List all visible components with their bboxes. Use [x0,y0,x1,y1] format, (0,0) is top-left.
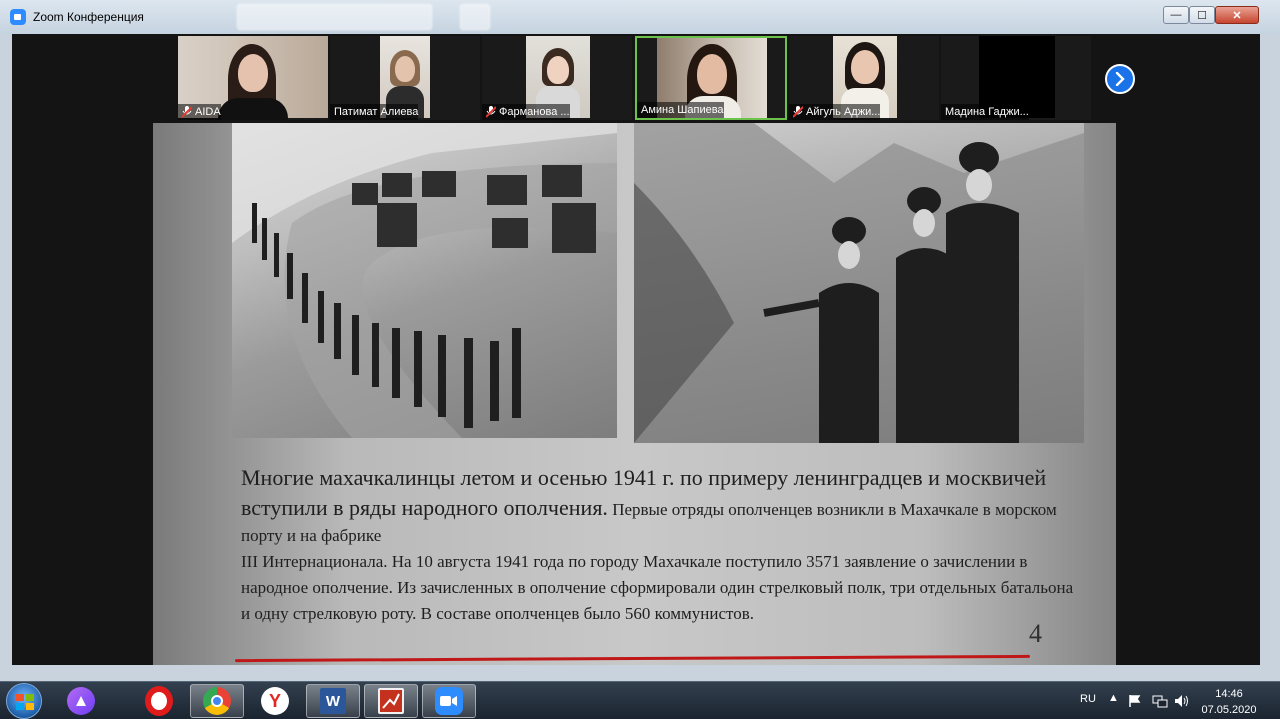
alice-app-button[interactable] [54,684,108,718]
windows-logo-icon [16,694,34,710]
opera-app-button[interactable] [132,684,186,718]
participant-name-bar: Амина Шапиева [637,102,724,118]
shared-screen-slide: Многие махачкалинцы летом и осенью 1941 … [153,123,1116,665]
participant-name: Амина Шапиева [641,104,724,116]
clock-time: 14:46 [1215,688,1243,700]
participant-name-bar: Патимат Алиева [330,104,419,120]
mic-muted-icon [793,106,803,118]
minimize-button[interactable]: — [1163,6,1189,24]
yandex-icon: Y [261,687,289,715]
participant-name: Патимат Алиева [334,106,419,118]
participant-name: AIDA [195,106,221,118]
participant-name: Фарманова ... [499,106,570,118]
slide-body-text: III Интернационала. На 10 августа 1941 г… [241,552,1074,623]
window-border-left [0,34,12,665]
window-title-bar[interactable]: Zoom Конференция — ☐ ✕ [0,0,1280,34]
action-center-flag-icon[interactable] [1128,694,1142,708]
participant-tile[interactable]: Мадина Гаджи... [941,36,1091,120]
participant-name-bar: AIDA [178,104,221,120]
background-window-blur [237,4,432,30]
chevron-right-icon [1115,72,1125,86]
language-indicator[interactable]: RU [1080,693,1096,705]
alice-icon [67,687,95,715]
presentation-icon [378,688,404,714]
mic-muted-icon [486,106,496,118]
participant-tile-active-speaker[interactable]: Амина Шапиева [635,36,787,120]
close-button[interactable]: ✕ [1215,6,1259,24]
window-border-bottom [0,665,1280,681]
chrome-icon [203,687,231,715]
participant-name: Айгуль Аджи... [806,106,881,118]
chrome-app-button[interactable] [190,684,244,718]
network-icon[interactable] [1152,694,1168,708]
yandex-app-button[interactable]: Y [248,684,302,718]
presentation-app-button[interactable] [364,684,418,718]
historical-photo-mountain-soldiers [634,123,1084,443]
window-title: Zoom Конференция [33,10,144,24]
next-participants-button[interactable] [1105,64,1135,94]
zoom-app-button[interactable] [422,684,476,718]
maximize-button[interactable]: ☐ [1189,6,1215,24]
participant-name: Мадина Гаджи... [945,106,1029,118]
historical-photo-column-of-soldiers [232,123,617,438]
show-hidden-icons-button[interactable]: ▲ [1108,692,1119,704]
system-clock[interactable]: 14:46 07.05.2020 [1198,686,1260,718]
zoom-app-icon [10,9,26,25]
participant-tile[interactable]: Айгуль Аджи... [789,36,939,120]
zoom-icon [435,687,463,715]
slide-text: Многие махачкалинцы летом и осенью 1941 … [241,463,1086,627]
start-button[interactable] [6,683,42,719]
participant-tile[interactable]: Патимат Алиева [330,36,480,120]
participant-tile[interactable]: Фарманова ... [482,36,632,120]
taskbar: Y W RU ▲ [0,681,1280,719]
clock-date: 07.05.2020 [1201,704,1257,716]
volume-icon[interactable] [1174,694,1190,708]
word-icon: W [320,688,346,714]
participant-name-bar: Мадина Гаджи... [941,104,1029,120]
background-window-blur [460,4,490,30]
annotation-underline [234,654,1031,663]
participant-name-bar: Айгуль Аджи... [789,104,881,120]
word-app-button[interactable]: W [306,684,360,718]
window-border-right [1260,34,1280,665]
slide-page-number: 4 [1029,619,1042,648]
participant-name-bar: Фарманова ... [482,104,570,120]
opera-icon [145,686,173,716]
mic-muted-icon [182,106,192,118]
participant-tile[interactable]: AIDA [178,36,328,120]
